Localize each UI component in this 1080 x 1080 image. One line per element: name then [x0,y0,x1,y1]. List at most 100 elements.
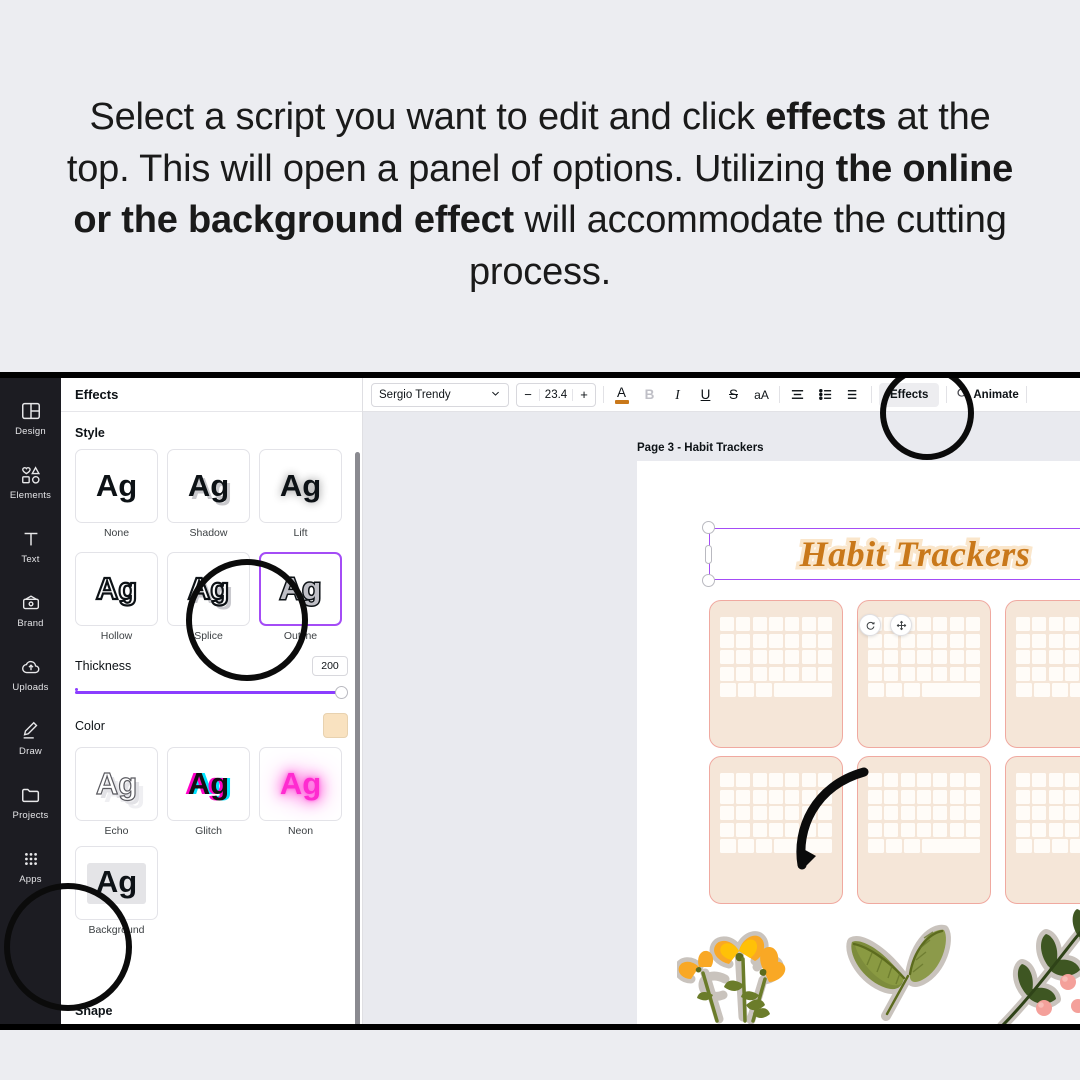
bold-button[interactable]: B [639,383,660,407]
tracker-row [720,789,833,804]
style-preview-hollow[interactable]: Ag [75,552,158,626]
color-row: Color [75,713,348,738]
thickness-slider[interactable] [75,685,348,699]
style-preview-glitch[interactable]: Ag [167,747,250,821]
thickness-value-input[interactable]: 200 [312,656,348,676]
style-option-splice[interactable]: Ag Splice [167,552,250,642]
font-size-increase-button[interactable]: + [573,387,595,402]
text-align-button[interactable] [787,383,808,407]
design-canvas[interactable]: Page 3 - Habit Trackers Habit Trackers [363,412,1080,1024]
style-option-hollow[interactable]: Ag Hollow [75,552,158,642]
font-family-value: Sergio Trendy [379,388,451,401]
color-swatch-button[interactable] [323,713,348,738]
habit-tracker-card[interactable] [857,756,991,904]
tracker-row [868,822,981,837]
tracker-row [1016,789,1080,804]
animate-button[interactable]: Animate [954,386,1019,403]
projects-icon [20,784,42,806]
sidebar-item-apps[interactable]: Apps [0,834,61,898]
resize-handle-bottom-left[interactable] [702,574,715,587]
style-option-glitch[interactable]: Ag Glitch [167,747,250,837]
style-option-none[interactable]: Ag None [75,449,158,539]
style-option-shadow[interactable]: Ag Shadow [167,449,250,539]
style-preview-neon[interactable]: Ag [259,747,342,821]
slider-track[interactable] [75,691,340,694]
sidebar-item-brand[interactable]: Brand [0,578,61,642]
sidebar-item-projects[interactable]: Projects [0,770,61,834]
resize-handle-left[interactable] [705,545,712,564]
style-sample-text: Ag [278,570,322,608]
sidebar-item-uploads[interactable]: Uploads [0,642,61,706]
habit-tracker-card[interactable] [1005,600,1080,748]
berry-branch-sticker[interactable] [982,906,1080,1024]
style-preview-outline[interactable]: Ag [259,552,342,626]
letter-case-button[interactable]: aA [751,383,772,407]
sidebar-item-label: Design [15,425,46,437]
font-size-input[interactable]: 23.4 [539,388,573,401]
tracker-row [720,666,833,681]
style-preview-lift[interactable]: Ag [259,449,342,523]
tracker-row [720,822,833,837]
rotate-handle[interactable] [859,614,881,636]
bullet-list-button[interactable] [815,383,836,407]
habit-tracker-card[interactable] [1005,756,1080,904]
habit-tracker-card[interactable] [709,756,843,904]
sidebar-item-label: Brand [17,617,44,629]
habit-tracker-card[interactable] [709,600,843,748]
habit-trackers-title: Habit Trackers [796,531,1033,578]
style-section-title: Style [75,426,105,440]
underline-button[interactable]: U [695,383,716,407]
font-size-decrease-button[interactable]: − [517,387,539,402]
thickness-row: Thickness 200 [75,656,348,676]
panel-scrollbar[interactable] [355,452,360,1024]
sidebar-item-label: Elements [9,489,52,501]
style-option-outline[interactable]: Ag Outline [259,552,342,642]
tracker-row [1016,617,1080,631]
style-preview-background[interactable]: Ag [75,846,158,920]
sidebar-item-design[interactable]: Design [0,386,61,450]
resize-handle-top-left[interactable] [702,521,715,534]
style-option-lift[interactable]: Ag Lift [259,449,342,539]
effects-button[interactable]: Effects [879,382,940,407]
move-handle[interactable] [890,614,912,636]
tracker-row [1016,822,1080,837]
tracker-row [720,806,833,820]
italic-button[interactable]: I [667,383,688,407]
sidebar-item-draw[interactable]: Draw [0,706,61,770]
flower-sticker-crocus[interactable] [674,909,827,1024]
tracker-row [868,806,981,820]
style-preview-shadow[interactable]: Ag [167,449,250,523]
style-sample-text: Ag [86,862,147,904]
font-family-select[interactable]: Sergio Trendy [371,382,509,407]
tracker-row [1016,773,1080,787]
design-page[interactable]: Habit Trackers [637,461,1080,1024]
style-sample-text: Ag [279,766,322,801]
color-label: Color [75,718,105,733]
tracker-row [1016,666,1080,681]
text-color-button[interactable]: A [611,383,632,407]
style-option-echo[interactable]: Ag Echo [75,747,158,837]
style-sample-text: Ag [279,468,322,503]
style-swatch-row-4: Ag Background [75,846,348,936]
sidebar-item-label: Uploads [12,681,49,693]
heading-part-1: Select a script you want to edit and cli… [89,96,766,138]
style-preview-none[interactable]: Ag [75,449,158,523]
slider-knob[interactable] [335,686,348,699]
tracker-row [868,683,980,697]
style-label: None [103,527,130,539]
selected-text-element[interactable]: Habit Trackers [702,521,1080,587]
line-spacing-button[interactable] [843,383,864,407]
style-preview-splice[interactable]: Ag [167,552,250,626]
style-sample-text: Ag [187,570,231,607]
elements-icon [20,464,42,486]
sidebar-item-text[interactable]: Text [0,514,61,578]
sidebar-item-label: Apps [19,873,42,885]
leaf-sticker-branch[interactable] [842,916,972,1024]
strikethrough-button[interactable]: S [723,383,744,407]
style-label: Neon [287,825,314,837]
style-option-background[interactable]: Ag Background [75,846,158,936]
style-option-neon[interactable]: Ag Neon [259,747,342,837]
style-sample-text: Ag [187,766,230,801]
style-preview-echo[interactable]: Ag [75,747,158,821]
sidebar-item-elements[interactable]: Elements [0,450,61,514]
